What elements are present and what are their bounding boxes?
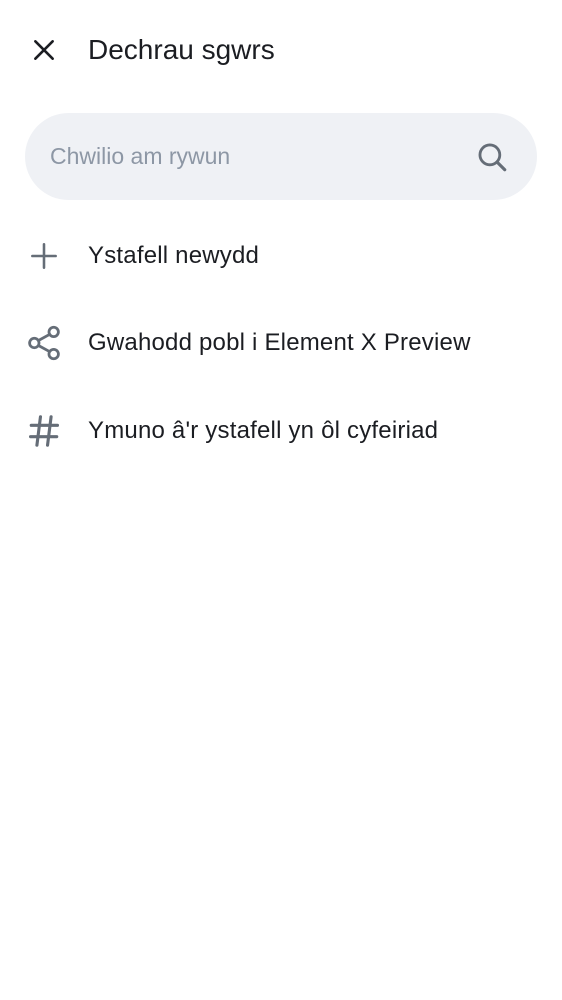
search-bar[interactable] [25, 113, 537, 200]
plus-icon [24, 236, 64, 276]
join-room-label: Ymuno â'r ystafell yn ôl cyfeiriad [88, 417, 439, 444]
hashtag-icon [24, 411, 64, 451]
new-room-item[interactable]: Ystafell newydd [0, 216, 562, 296]
invite-people-item[interactable]: Gwahodd pobl i Element X Preview [0, 303, 562, 383]
page-title: Dechrau sgwrs [88, 34, 275, 65]
search-icon [478, 143, 507, 172]
invite-people-label: Gwahodd pobl i Element X Preview [88, 329, 471, 356]
close-icon [34, 40, 54, 60]
share-icon [24, 323, 64, 363]
new-room-label: Ystafell newydd [88, 242, 260, 269]
search-input[interactable] [50, 113, 470, 200]
close-button[interactable] [22, 28, 66, 72]
join-room-by-address-item[interactable]: Ymuno â'r ystafell yn ôl cyfeiriad [0, 391, 562, 471]
top-app-bar: Dechrau sgwrs [0, 0, 562, 100]
